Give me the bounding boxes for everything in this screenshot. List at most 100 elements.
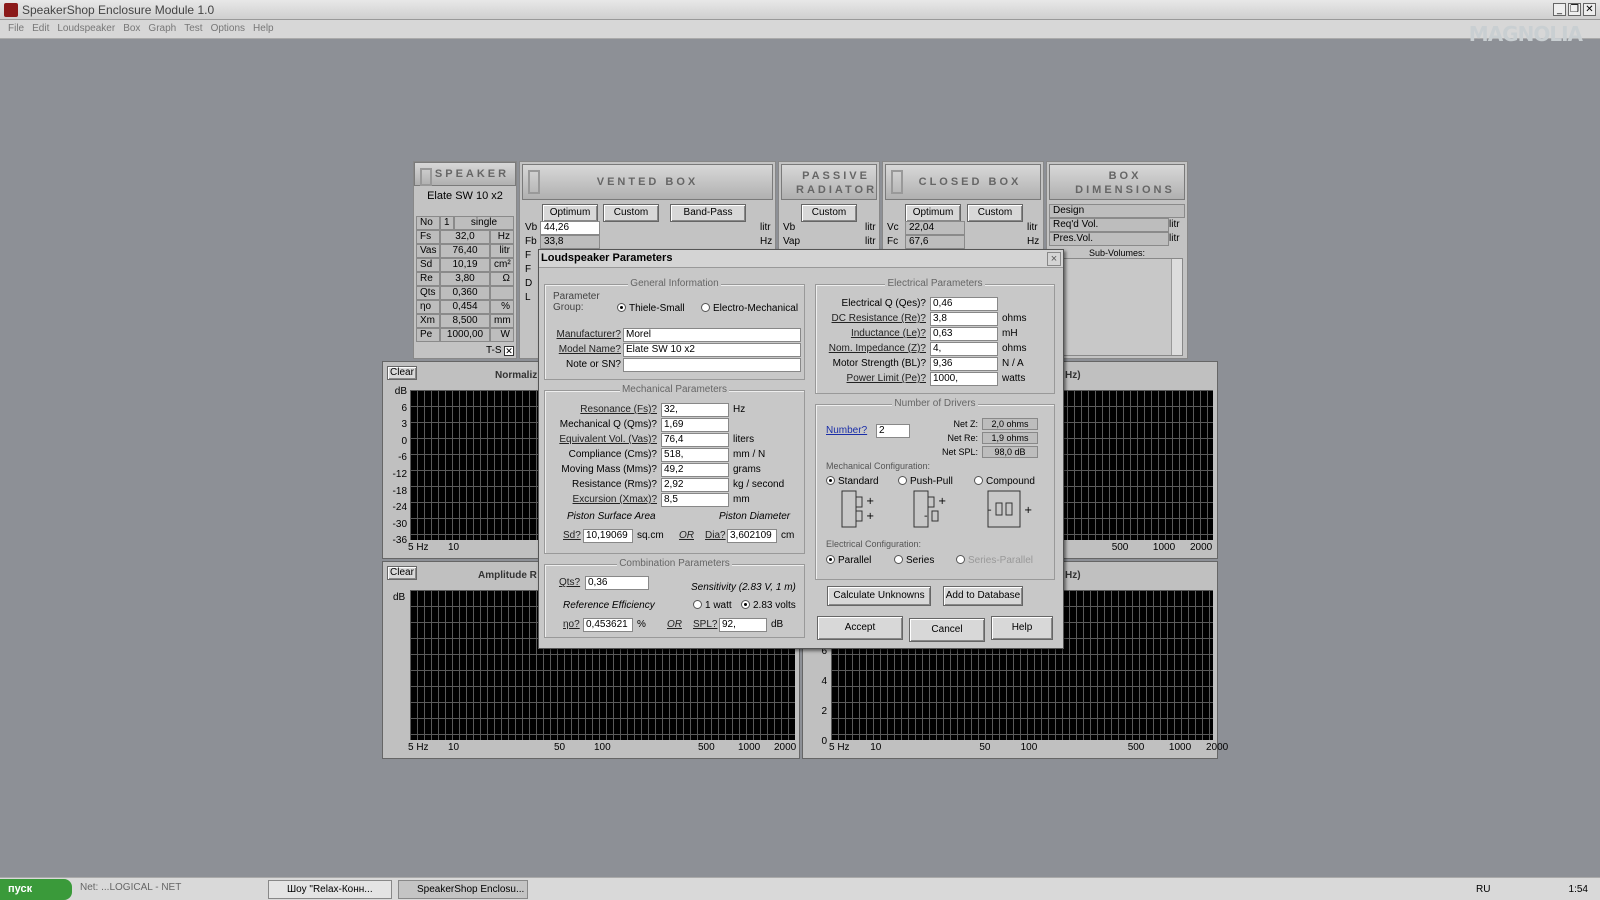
compound-radio[interactable]: Compound	[974, 476, 1035, 487]
speaker-param-value[interactable]: 32,0	[440, 230, 490, 244]
push-pull-radio[interactable]: Push-Pull	[898, 476, 953, 487]
thiele-small-radio[interactable]: Thiele-Small	[617, 303, 685, 314]
minimize-icon[interactable]: _	[1553, 3, 1566, 16]
speaker-param-value[interactable]: 76,40	[440, 244, 490, 258]
elec-param-label[interactable]: Power Limit (Pe)?	[818, 373, 926, 384]
series-radio[interactable]: Series	[894, 555, 934, 566]
help-button[interactable]: Help	[991, 616, 1053, 640]
mech-param-field[interactable]: 32,	[661, 403, 729, 417]
ts-checkbox[interactable]: ✕	[504, 346, 514, 356]
speaker-param-unit: litr	[490, 244, 514, 258]
standard-radio[interactable]: Standard	[826, 476, 879, 487]
menu-graph[interactable]: Graph	[148, 23, 176, 34]
fb-value[interactable]: 33,8	[540, 235, 600, 249]
taskbar-item-speakershop[interactable]: SpeakerShop Enclosu...	[398, 880, 528, 899]
mech-param-field[interactable]: 518,	[661, 448, 729, 462]
reference-efficiency-label: Reference Efficiency	[563, 600, 655, 611]
start-button[interactable]: пуск	[0, 879, 72, 900]
mech-param-label[interactable]: Resonance (Fs)?	[547, 404, 657, 415]
two-83-volts-radio[interactable]: 2.83 volts	[741, 600, 796, 611]
elec-param-field[interactable]: 0,46	[930, 297, 998, 311]
menu-help[interactable]: Help	[253, 23, 274, 34]
restore-icon[interactable]: ❐	[1568, 3, 1581, 16]
graph1-y-tick: 6	[401, 402, 407, 414]
sd-field[interactable]: 10,19069	[583, 529, 633, 543]
cancel-button[interactable]: Cancel	[909, 618, 985, 642]
elec-param-label[interactable]: DC Resistance (Re)?	[818, 313, 926, 324]
menu-loudspeaker[interactable]: Loudspeaker	[57, 23, 115, 34]
taskbar-item-browser[interactable]: Шоу "Relax-Конн...	[268, 880, 392, 899]
number-field[interactable]: 2	[876, 424, 910, 438]
mech-param-field[interactable]: 76,4	[661, 433, 729, 447]
one-watt-radio[interactable]: 1 watt	[693, 600, 732, 611]
speaker-param-value[interactable]: 8,500	[440, 314, 490, 328]
graph2-clear-button[interactable]: Clear	[387, 566, 417, 580]
menu-file[interactable]: File	[8, 23, 24, 34]
manufacturer-field[interactable]: Morel	[623, 328, 801, 342]
elec-param-field[interactable]: 9,36	[930, 357, 998, 371]
elec-param-field[interactable]: 0,63	[930, 327, 998, 341]
speaker-param-value[interactable]: 3,80	[440, 272, 490, 286]
dialog-close-icon[interactable]: ×	[1047, 252, 1061, 266]
calculate-unknowns-button[interactable]: Calculate Unknowns	[827, 586, 931, 606]
speaker-param-value[interactable]: 10,19	[440, 258, 490, 272]
note-field[interactable]	[623, 358, 801, 372]
speaker-name[interactable]: Elate SW 10 x2	[418, 190, 512, 202]
manufacturer-label[interactable]: Manufacturer?	[547, 329, 621, 340]
menu-options[interactable]: Options	[211, 23, 245, 34]
model-name-label[interactable]: Model Name?	[547, 344, 621, 355]
design-label[interactable]: Design	[1049, 204, 1185, 218]
menu-box[interactable]: Box	[123, 23, 140, 34]
language-indicator[interactable]: RU	[1476, 884, 1490, 895]
vc-label: Vc	[887, 222, 899, 233]
series-parallel-radio[interactable]: Series-Parallel	[956, 555, 1033, 566]
mech-param-label[interactable]: Excursion (Xmax)?	[547, 494, 657, 505]
menu-edit[interactable]: Edit	[32, 23, 49, 34]
spl-label[interactable]: SPL?	[693, 619, 717, 630]
vb-value[interactable]: 44,26	[540, 221, 600, 235]
graph1-clear-button[interactable]: Clear	[387, 366, 417, 380]
elec-param-label[interactable]: Inductance (Le)?	[818, 328, 926, 339]
qts-label[interactable]: Qts?	[559, 577, 580, 588]
mech-param-field[interactable]: 2,92	[661, 478, 729, 492]
menu-test[interactable]: Test	[184, 23, 202, 34]
speaker-mode[interactable]: single	[454, 216, 514, 230]
speaker-param-value[interactable]: 1000,00	[440, 328, 490, 342]
subvolumes-scrollbar[interactable]	[1171, 259, 1182, 355]
speaker-param-value[interactable]: 0,454	[440, 300, 490, 314]
eta-field[interactable]: 0,453621	[583, 618, 633, 632]
accept-button[interactable]: Accept	[817, 616, 903, 640]
number-label[interactable]: Number?	[826, 425, 867, 436]
elec-param-field[interactable]: 4,	[930, 342, 998, 356]
add-to-database-button[interactable]: Add to Database	[943, 586, 1023, 606]
qts-field[interactable]: 0,36	[585, 576, 649, 590]
vented-optimum-button[interactable]: Optimum	[542, 204, 598, 222]
parallel-radio[interactable]: Parallel	[826, 555, 871, 566]
elec-param-field[interactable]: 3,8	[930, 312, 998, 326]
eta-label[interactable]: ηo?	[563, 619, 580, 630]
vc-value[interactable]: 22,04	[905, 221, 965, 235]
fc-value[interactable]: 67,6	[905, 235, 965, 249]
mech-param-label[interactable]: Equivalent Vol. (Vas)?	[547, 434, 657, 445]
mech-param-field[interactable]: 49,2	[661, 463, 729, 477]
electro-mechanical-radio[interactable]: Electro-Mechanical	[701, 303, 798, 314]
elec-param-field[interactable]: 1000,	[930, 372, 998, 386]
subvolumes-list[interactable]	[1051, 258, 1183, 356]
vented-custom-button[interactable]: Custom	[603, 204, 659, 222]
elec-param-label[interactable]: Nom. Impedance (Z)?	[818, 343, 926, 354]
dia-label[interactable]: Dia?	[705, 530, 726, 541]
closed-custom-button[interactable]: Custom	[967, 204, 1023, 222]
closed-optimum-button[interactable]: Optimum	[905, 204, 961, 222]
mech-param-field[interactable]: 8,5	[661, 493, 729, 507]
bandpass-button[interactable]: Band-Pass	[670, 204, 746, 222]
sd-label[interactable]: Sd?	[563, 530, 581, 541]
speaker-param-value[interactable]: 0,360	[440, 286, 490, 300]
model-name-field[interactable]: Elate SW 10 x2	[623, 343, 801, 357]
speaker-no-value[interactable]: 1	[440, 216, 454, 230]
mech-param-field[interactable]: 1,69	[661, 418, 729, 432]
speaker-panel: SPEAKER Elate SW 10 x2 No 1 single T-S ✕…	[413, 161, 517, 359]
spl-field[interactable]: 92,	[719, 618, 767, 632]
passive-custom-button[interactable]: Custom	[801, 204, 857, 222]
dia-field[interactable]: 3,602109	[727, 529, 777, 543]
close-icon[interactable]: ✕	[1583, 3, 1596, 16]
